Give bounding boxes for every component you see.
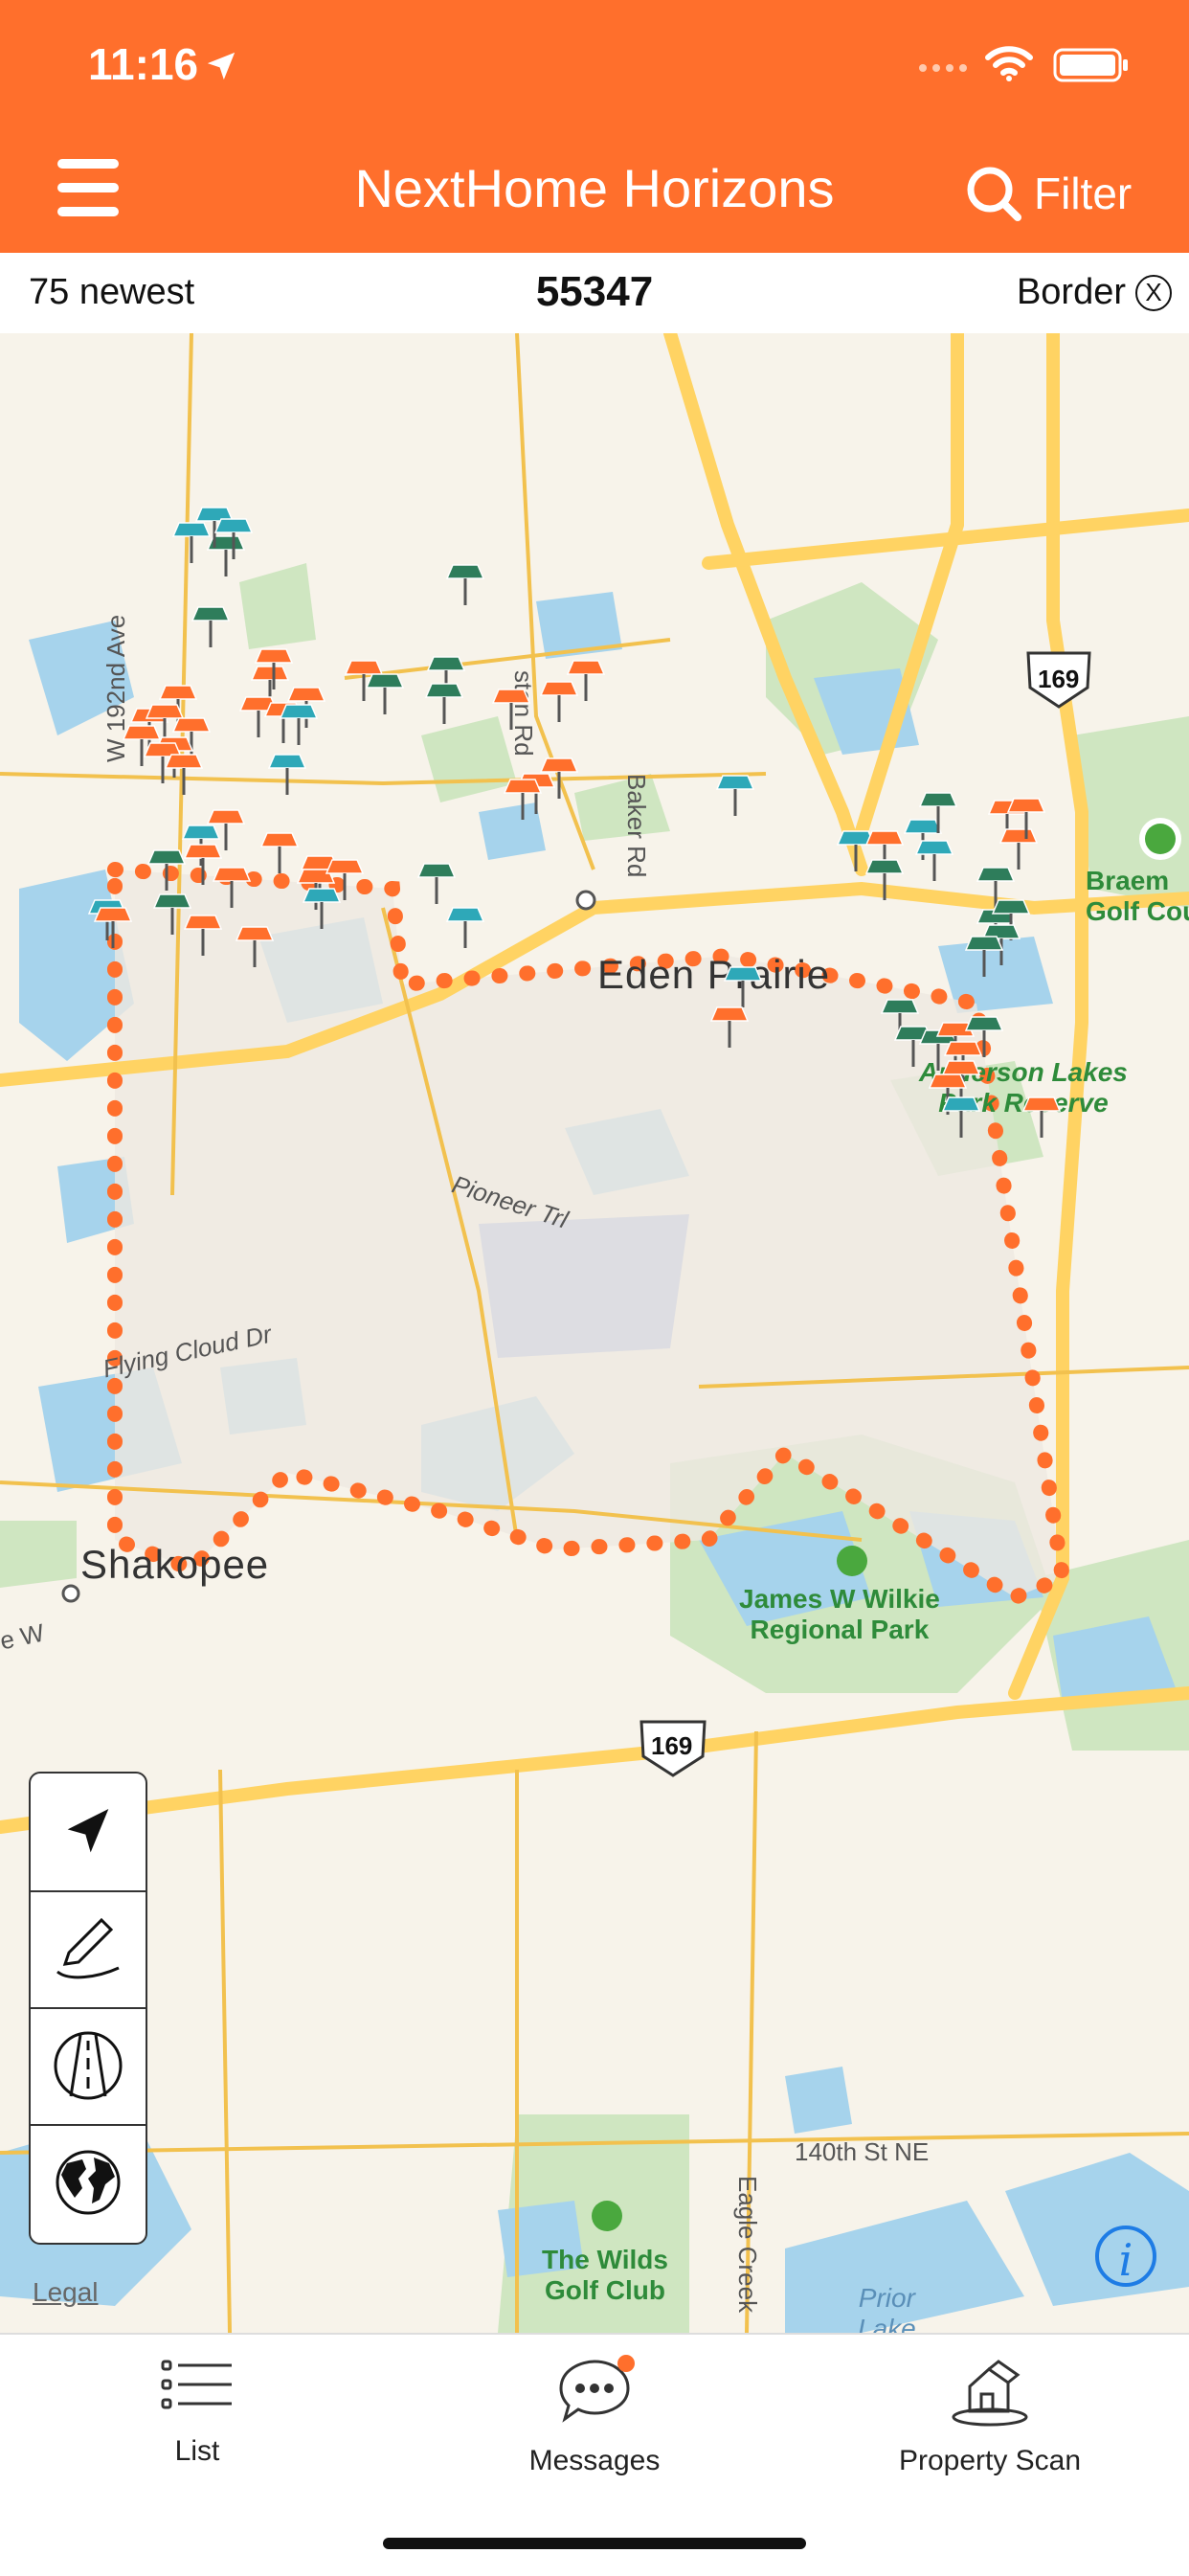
listing-pin[interactable] (501, 774, 545, 824)
tab-list-label: List (174, 2435, 220, 2467)
search-icon (967, 167, 1021, 221)
listing-pin[interactable] (363, 668, 407, 718)
house-scan-icon (952, 2360, 1028, 2427)
map-view[interactable]: 169 169 Eden Prairie Shakopee Anderson L… (0, 333, 1189, 2333)
border-label: Border (1016, 272, 1126, 312)
cellular-signal-icon (919, 64, 967, 72)
park-label-wilkie: James W Wilkie Regional Park (739, 1584, 940, 1644)
filter-label: Filter (1034, 169, 1133, 218)
city-label-shakopee: Shakopee (80, 1542, 270, 1587)
map-legal-link[interactable]: Legal (33, 2277, 99, 2308)
tab-property-scan[interactable]: Property Scan (846, 2354, 1133, 2477)
listing-pin[interactable] (962, 1011, 1006, 1061)
border-toggle[interactable]: Border X (1017, 272, 1172, 313)
road-view-button[interactable] (31, 2007, 146, 2126)
tab-property-scan-label: Property Scan (898, 2445, 1082, 2476)
city-label-eden-prairie: Eden Prairie (597, 952, 831, 997)
status-time: 11:16 (88, 39, 199, 89)
highway-169-shield-south: 169 (651, 1731, 693, 1760)
road-icon (54, 2031, 123, 2100)
road-label-140th: 140th St NE (795, 2137, 930, 2166)
battery-icon (1053, 48, 1128, 82)
map-info-button[interactable]: i (1095, 2226, 1156, 2287)
listing-pin[interactable] (489, 684, 533, 734)
listing-pin[interactable] (210, 862, 254, 912)
listing-pin[interactable] (1004, 793, 1048, 843)
listing-pin[interactable] (912, 835, 956, 885)
tab-messages-label: Messages (528, 2445, 661, 2476)
filter-button[interactable]: Filter (965, 165, 1132, 222)
status-bar: 11:16 (0, 38, 1189, 96)
road-label-baker: Baker Rd (622, 774, 651, 878)
park-label-wilds: The Wilds Golf Club (542, 2245, 668, 2305)
locate-me-button[interactable] (31, 1774, 146, 1892)
messages-icon (559, 2355, 635, 2423)
listing-pin[interactable] (323, 854, 367, 904)
listing-pin[interactable] (916, 787, 960, 837)
list-icon (161, 2360, 232, 2409)
listing-pin[interactable] (564, 655, 608, 705)
app-header: 11:16 NextHome Horizons Filter (0, 0, 1189, 253)
satellite-view-button[interactable] (31, 2124, 146, 2241)
location-arrow-icon (67, 1809, 109, 1853)
listing-pin[interactable] (252, 644, 296, 693)
listing-pin[interactable] (233, 921, 277, 971)
home-indicator (383, 2538, 806, 2549)
map-tools-panel (29, 1772, 147, 2245)
pencil-icon (56, 1917, 120, 1979)
listing-pin[interactable] (265, 749, 309, 799)
listing-pin[interactable] (422, 678, 466, 728)
listing-pin[interactable] (939, 1092, 983, 1141)
listing-pin[interactable] (443, 902, 487, 952)
listing-pin[interactable] (415, 858, 459, 908)
listing-pin[interactable] (277, 699, 321, 749)
search-info-bar: 75 newest 55347 Border X (0, 253, 1189, 334)
listing-pin[interactable] (863, 854, 907, 904)
road-label-eagle-creek: Eagle Creek (733, 2176, 762, 2314)
navigation-bar: NextHome Horizons Filter (0, 144, 1189, 239)
lake-label-prior: Prior Lake (858, 2283, 916, 2333)
draw-border-button[interactable] (31, 1890, 146, 2009)
park-label-braemar: Braem Golf Cou (1086, 866, 1189, 926)
wifi-icon (985, 46, 1033, 81)
listing-pin[interactable] (707, 1002, 752, 1051)
listing-pin[interactable] (189, 601, 233, 651)
location-services-icon (207, 52, 236, 80)
listing-pin[interactable] (181, 910, 225, 960)
listing-pin[interactable] (443, 559, 487, 609)
tab-messages[interactable]: Messages (451, 2354, 738, 2477)
close-border-icon[interactable]: X (1135, 274, 1172, 311)
listing-pin[interactable] (1020, 1092, 1064, 1141)
listing-pin[interactable] (212, 513, 256, 563)
tab-list[interactable]: List (54, 2354, 341, 2468)
globe-icon (56, 2150, 121, 2215)
map-base (0, 333, 1189, 2333)
highway-169-shield-north: 169 (1038, 665, 1080, 693)
listing-pin[interactable] (713, 770, 757, 820)
listing-pin[interactable] (962, 931, 1006, 981)
zip-code-label: 55347 (535, 268, 654, 315)
listing-pin[interactable] (91, 902, 135, 952)
listing-pin[interactable] (162, 749, 206, 799)
